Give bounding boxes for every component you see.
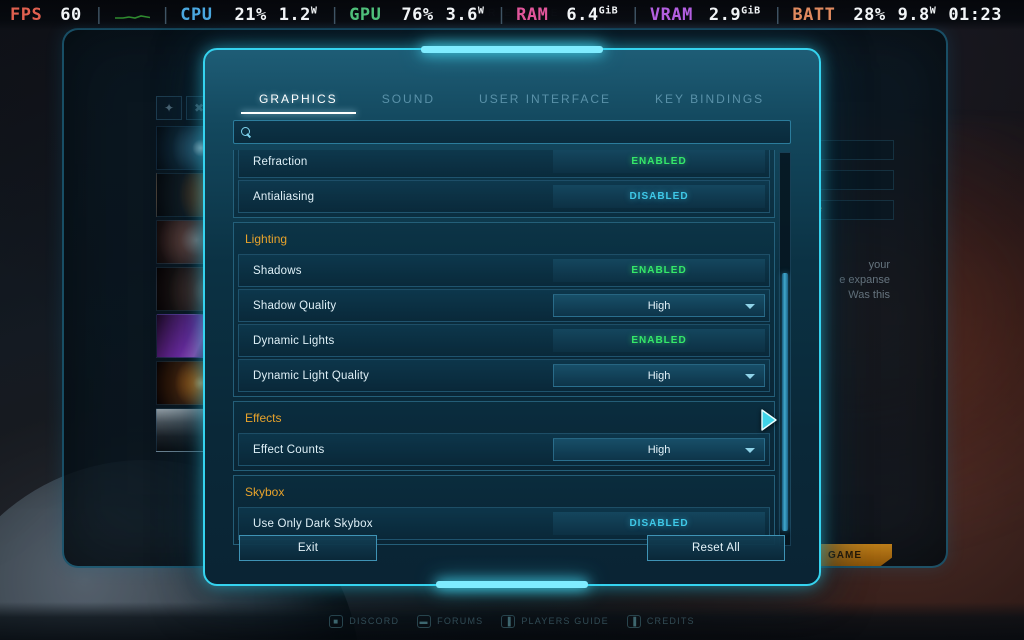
settings-list-area: Refraction ENABLED Antialiasing DISABLED [233,150,791,550]
setting-control[interactable]: DISABLED [553,185,765,208]
search-input[interactable] [258,126,783,138]
setting-label: Shadow Quality [253,299,337,312]
hud-divider: | [329,5,341,25]
dropdown-effect-counts[interactable]: High [553,438,765,461]
exit-button[interactable]: Exit [239,535,377,561]
settings-group-lighting: Lighting Shadows ENABLED Shadow Quality … [233,222,775,397]
table-row[interactable]: Dynamic Lights ENABLED [238,324,770,357]
hud-divider: | [630,5,641,25]
hud-divider: | [496,5,508,25]
game-screen: SOLAR EMPIRE ✦ ✖ › 301 4 True your e exp… [0,0,1024,640]
chevron-down-icon [745,303,755,309]
setting-control[interactable]: ENABLED [553,329,765,352]
group-title: Skybox [245,485,285,499]
reset-all-button[interactable]: Reset All [647,535,785,561]
discord-icon: ■ [329,614,344,628]
tab-sound[interactable]: SOUND [360,92,457,114]
dropdown-shadow-quality[interactable]: High [553,294,765,317]
table-row[interactable]: Dynamic Light Quality High [238,359,770,392]
scrollbar-thumb[interactable] [782,273,788,531]
setting-control[interactable]: High [553,438,765,461]
hud-batt-label: BATT [792,5,836,25]
status-badge[interactable]: ENABLED [553,329,765,352]
tab-user-interface[interactable]: USER INTERFACE [457,92,633,114]
status-badge[interactable]: ENABLED [553,259,765,282]
setting-control[interactable]: High [553,294,765,317]
link-label: PLAYERS GUIDE [521,616,609,626]
link-players-guide[interactable]: ▐ PLAYERS GUIDE [501,614,609,628]
dialog-tabs: GRAPHICS SOUND USER INTERFACE KEY BINDIN… [205,64,819,114]
link-discord[interactable]: ■ DISCORD [329,614,400,628]
setting-label: Refraction [253,155,308,168]
hud-cpu-label: CPU [180,5,213,25]
hud-gpu-label: GPU [349,5,382,25]
setting-label: Dynamic Light Quality [253,369,370,382]
hud-gpu-watts: 3.6W [445,5,485,25]
chevron-down-icon [745,447,755,453]
bottom-links-bar: ■ DISCORD ▬ FORUMS ▐ PLAYERS GUIDE ▐ CRE… [0,602,1024,640]
table-row[interactable]: Shadow Quality High [238,289,770,322]
group-title: Lighting [245,232,288,246]
chevron-down-icon [745,373,755,379]
scrollbar[interactable] [779,152,791,546]
tab-key-bindings[interactable]: KEY BINDINGS [633,92,786,114]
document-icon: ▐ [626,614,641,628]
link-label: FORUMS [437,616,484,626]
status-badge[interactable]: DISABLED [553,185,765,208]
setting-label: Effect Counts [253,443,325,456]
fps-graph [115,6,151,24]
book-icon: ▐ [501,614,516,628]
options-dialog: GRAPHICS SOUND USER INTERFACE KEY BINDIN… [203,46,821,588]
settings-group-effects: Effects Effect Counts High [233,401,775,471]
table-row[interactable]: Refraction ENABLED [238,150,770,178]
status-badge[interactable]: ENABLED [553,150,765,173]
performance-hud: FPS 60 | | CPU 21% 1.2W | GPU 76% 3.6W |… [0,0,1024,30]
chat-icon: ▬ [417,614,432,628]
setting-control[interactable]: High [553,364,765,387]
hud-cpu-watts: 1.2W [278,5,318,25]
hud-divider: | [160,5,172,25]
setting-label: Shadows [253,264,302,277]
dropdown-value: High [647,299,671,312]
link-forums[interactable]: ▬ FORUMS [417,614,484,628]
hud-cpu-percent: 21% [234,5,267,25]
hud-batt-watts: 9.8W [897,5,937,25]
search-icon [241,126,252,138]
hud-gpu-percent: 76% [401,5,434,25]
setting-label: Antialiasing [253,190,315,203]
setting-label: Dynamic Lights [253,334,335,347]
table-row[interactable]: Antialiasing DISABLED [238,180,770,213]
tab-graphics[interactable]: GRAPHICS [237,92,360,114]
hud-fps-value: 60 [60,5,82,25]
dialog-footer: Exit Reset All [205,526,819,584]
hud-divider: | [772,5,784,25]
hud-fps-label: FPS [10,5,43,25]
dialog-top-accent [421,46,603,53]
hud-batt-percent: 28% [853,5,886,25]
hud-divider: | [93,5,105,25]
hud-vram-label: VRAM [649,5,693,25]
search-bar[interactable] [233,120,791,144]
hud-vram-value: 2.9GiB [708,5,761,25]
table-row[interactable]: Shadows ENABLED [238,254,770,287]
hud-ram-value: 6.4GiB [566,5,619,25]
table-row[interactable]: Effect Counts High [238,433,770,466]
link-label: DISCORD [349,616,400,626]
link-credits[interactable]: ▐ CREDITS [626,614,695,628]
setting-control[interactable]: ENABLED [553,259,765,282]
settings-group: Refraction ENABLED Antialiasing DISABLED [233,150,775,218]
group-title: Effects [245,411,282,425]
link-label: CREDITS [646,616,695,626]
settings-list: Refraction ENABLED Antialiasing DISABLED [233,150,775,550]
hud-clock: 01:23 [948,5,1002,25]
dropdown-value: High [647,369,671,382]
pin-icon[interactable]: ✦ [156,96,182,120]
hud-ram-label: RAM [516,5,549,25]
dropdown-dynamic-light-quality[interactable]: High [553,364,765,387]
dropdown-value: High [647,443,671,456]
setting-control[interactable]: ENABLED [553,150,765,173]
